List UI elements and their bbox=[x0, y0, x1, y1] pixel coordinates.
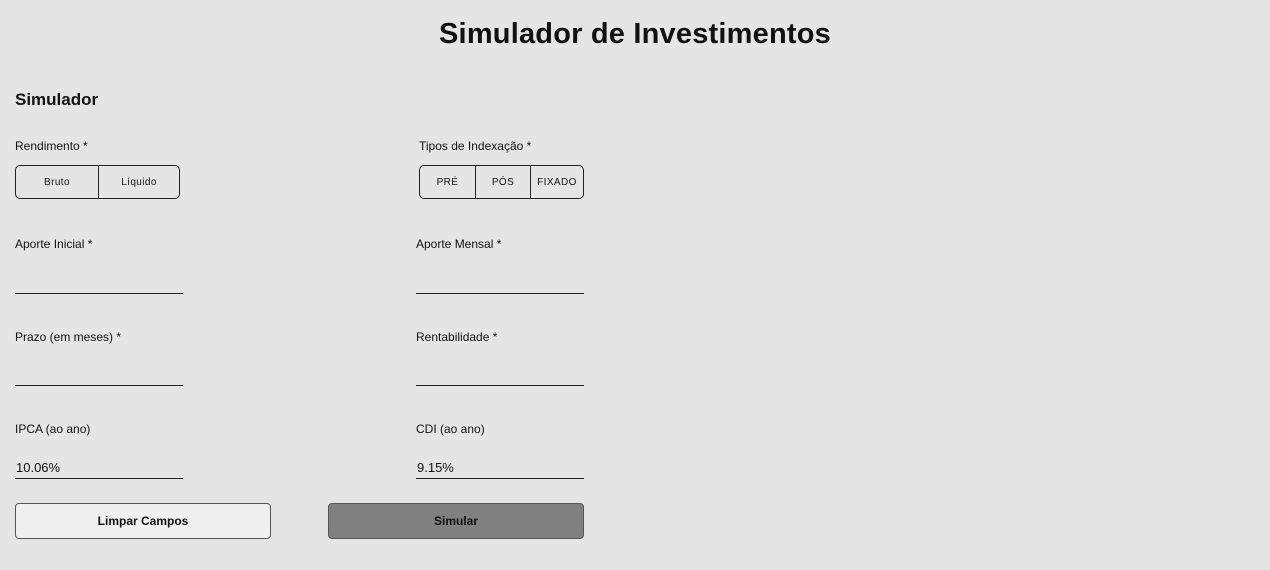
aporte-inicial-input[interactable] bbox=[15, 272, 183, 293]
indexacao-option-pos[interactable]: PÓS bbox=[475, 166, 530, 198]
cdi-field[interactable] bbox=[416, 457, 584, 479]
prazo-input[interactable] bbox=[15, 364, 183, 385]
simulate-button[interactable]: Simular bbox=[328, 503, 584, 539]
aporte-mensal-field[interactable] bbox=[416, 272, 584, 294]
rentabilidade-field[interactable] bbox=[416, 364, 584, 386]
clear-fields-button[interactable]: Limpar Campos bbox=[15, 503, 271, 539]
rendimento-option-liquido[interactable]: Líquido bbox=[98, 166, 179, 198]
rendimento-option-bruto[interactable]: Bruto bbox=[16, 166, 98, 198]
aporte-inicial-field[interactable] bbox=[15, 272, 183, 294]
rentabilidade-input[interactable] bbox=[416, 364, 584, 385]
ipca-input[interactable] bbox=[15, 457, 183, 478]
section-title: Simulador bbox=[15, 90, 99, 109]
cdi-label: CDI (ao ano) bbox=[416, 422, 485, 436]
aporte-mensal-input[interactable] bbox=[416, 272, 584, 293]
prazo-field[interactable] bbox=[15, 364, 183, 386]
ipca-field[interactable] bbox=[15, 457, 183, 479]
indexacao-label: Tipos de Indexação * bbox=[419, 139, 532, 153]
aporte-inicial-label: Aporte Inicial * bbox=[15, 237, 93, 251]
prazo-label: Prazo (em meses) * bbox=[15, 330, 122, 344]
aporte-mensal-label: Aporte Mensal * bbox=[416, 237, 502, 251]
rendimento-toggle-group: Bruto Líquido bbox=[15, 165, 180, 199]
rendimento-label: Rendimento * bbox=[15, 139, 88, 153]
cdi-input[interactable] bbox=[416, 457, 584, 478]
indexacao-toggle-group: PRÉ PÓS FIXADO bbox=[419, 165, 584, 199]
indexacao-option-pre[interactable]: PRÉ bbox=[420, 166, 475, 198]
ipca-label: IPCA (ao ano) bbox=[15, 422, 91, 436]
indexacao-option-fixado[interactable]: FIXADO bbox=[530, 166, 583, 198]
rentabilidade-label: Rentabilidade * bbox=[416, 330, 498, 344]
page-title: Simulador de Investimentos bbox=[439, 18, 831, 50]
